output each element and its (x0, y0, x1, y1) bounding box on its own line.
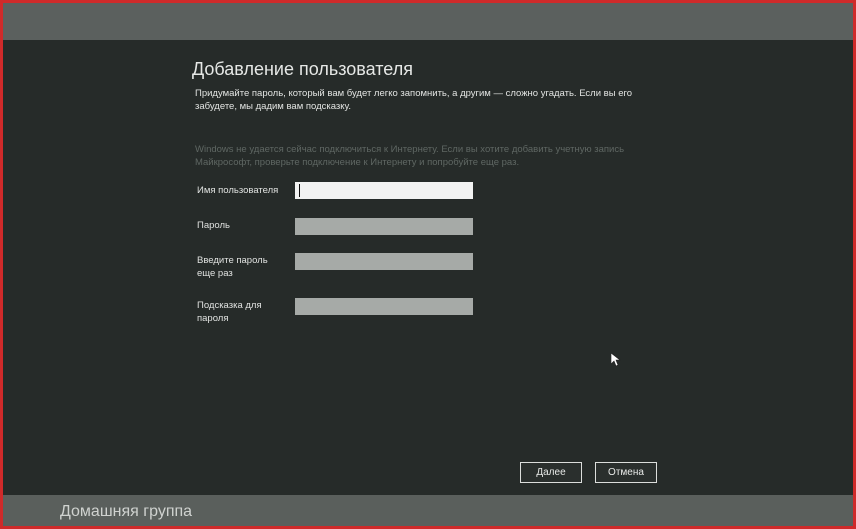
page-title: Добавление пользователя (192, 59, 413, 79)
username-label: Имя пользователя (197, 185, 279, 196)
mouse-pointer-icon (611, 353, 621, 367)
password-confirm-input[interactable] (295, 253, 473, 270)
password-label: Пароль (197, 220, 230, 231)
username-input[interactable] (295, 182, 473, 199)
bottom-bar: Домашняя группа (3, 495, 853, 526)
hint-input[interactable] (295, 298, 473, 315)
add-user-dialog: Добавление пользователя Придумайте парол… (3, 40, 853, 495)
intro-text: Придумайте пароль, который вам будет лег… (195, 88, 633, 112)
screen-frame: Добавление пользователя Придумайте парол… (3, 3, 853, 526)
password-input[interactable] (295, 218, 473, 235)
cancel-button[interactable]: Отмена (595, 462, 657, 483)
top-bar (3, 3, 853, 40)
homegroup-label[interactable]: Домашняя группа (60, 503, 192, 521)
hint-label: Подсказка для пароля (197, 300, 262, 324)
next-button[interactable]: Далее (520, 462, 582, 483)
password-confirm-label: Введите пароль еще раз (197, 255, 268, 279)
text-caret (299, 184, 300, 197)
offline-notice: Windows не удается сейчас подключиться к… (195, 144, 625, 168)
